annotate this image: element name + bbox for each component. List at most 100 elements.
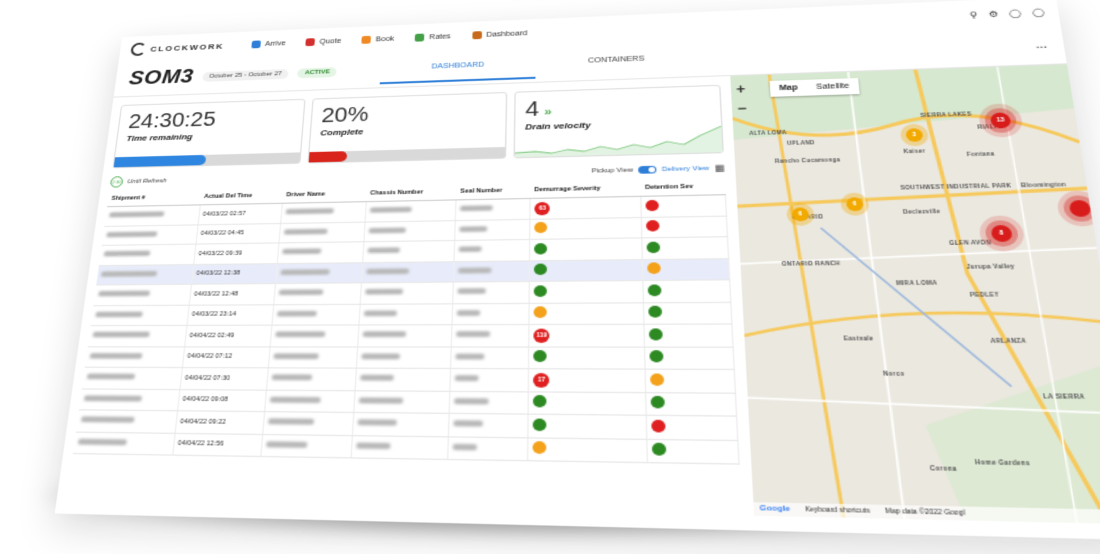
view-toggle[interactable]	[638, 165, 657, 174]
delivery-time: 04/03/22 12:48	[193, 290, 239, 298]
tab-dashboard[interactable]: DASHBOARD	[380, 49, 537, 85]
column-header[interactable]: Driver Name	[282, 186, 367, 204]
column-header[interactable]: Seal Number	[456, 182, 531, 200]
notification-icon[interactable]: ◯	[1008, 8, 1022, 18]
table-cell	[528, 391, 647, 416]
velocity-sparkline	[514, 124, 723, 158]
delivery-view-label: Delivery View	[661, 165, 710, 173]
table-cell	[450, 368, 529, 392]
nav-item-label: Rates	[429, 32, 451, 41]
demurrage-severity-indicator	[533, 350, 547, 363]
table-cell	[529, 259, 644, 282]
nav-item-book[interactable]: Book	[361, 35, 395, 44]
redacted-value	[364, 288, 403, 295]
column-header[interactable]: Chassis Number	[365, 184, 457, 202]
table-cell	[358, 303, 453, 325]
table-cell	[644, 301, 732, 325]
table-cell	[356, 346, 452, 369]
map-place-label: Norco	[882, 370, 905, 378]
table-row[interactable]: 04/03/22 23:14	[90, 301, 732, 326]
delivery-time: 04/04/22 07:12	[186, 353, 233, 361]
map-cluster-marker[interactable]: 6	[791, 207, 810, 222]
table-cell	[528, 346, 646, 370]
nav-item-label: Dashboard	[486, 29, 528, 39]
map-place-label: UPLAND	[786, 139, 815, 147]
table-cell: 04/04/22 09:08	[177, 389, 267, 412]
table-cell	[271, 303, 360, 326]
table-cell	[87, 325, 187, 347]
table-cell	[354, 368, 451, 391]
table-cell	[268, 346, 358, 369]
table-cell	[450, 346, 529, 369]
table-cell	[448, 413, 529, 438]
table-cell	[644, 324, 734, 347]
map-place-label: PEDLEY	[969, 291, 1000, 298]
redacted-value	[276, 310, 317, 317]
map-button[interactable]: Map	[770, 80, 808, 97]
table-cell	[269, 324, 359, 347]
keyboard-shortcuts-link[interactable]: Keyboard shortcuts	[805, 506, 870, 516]
nav-item-arrive[interactable]: Arrive	[251, 39, 286, 49]
redacted-value	[458, 246, 482, 253]
table-cell: 04/03/22 04:45	[195, 222, 281, 245]
table-cell	[452, 281, 530, 304]
tab-containers[interactable]: CONTAINERS	[536, 43, 699, 78]
redacted-value	[456, 331, 491, 338]
table-cell	[72, 431, 175, 456]
map-panel[interactable]: + − Map Satellite ALTA LOMA UPLAND Rancho …	[730, 64, 1100, 525]
table-cell	[359, 282, 454, 304]
table-cell	[361, 261, 455, 283]
table-cell: 119	[528, 324, 646, 347]
table-cell	[84, 346, 185, 368]
view-toggle-group: Pickup View Delivery View ▦	[591, 163, 725, 176]
satellite-button[interactable]: Satellite	[806, 78, 859, 96]
redacted-value	[77, 438, 128, 446]
redacted-value	[86, 373, 136, 380]
search-icon[interactable]: ⚲	[969, 10, 978, 20]
map-place-label: ALTA LOMA	[749, 129, 788, 137]
user-icon[interactable]: ◯	[1032, 7, 1046, 17]
nav-item-quote[interactable]: Quote	[305, 37, 342, 47]
column-header[interactable]: Actual Del Time	[199, 188, 284, 205]
map-place-label: ONTARIO RANCH	[781, 260, 841, 267]
column-header[interactable]: Detention Sev	[640, 178, 726, 197]
demurrage-severity-indicator: 119	[533, 328, 550, 343]
table-cell	[364, 199, 457, 222]
nav-item-label: Arrive	[264, 39, 286, 48]
page-title: SOM3	[127, 65, 195, 90]
map-place-label: LA SIERRA	[1042, 393, 1086, 401]
table-cell	[641, 215, 728, 238]
table-cell	[454, 218, 531, 241]
redacted-value	[103, 250, 151, 257]
more-options-icon[interactable]: ...	[1035, 39, 1048, 51]
map-place-label: Corona	[929, 465, 958, 473]
settings-icon[interactable]: ⚙	[988, 9, 999, 19]
table-cell	[357, 324, 453, 347]
detention-severity-indicator	[651, 419, 667, 433]
table-cell	[273, 282, 362, 305]
table-cell	[646, 415, 738, 440]
demurrage-severity-indicator	[532, 418, 547, 431]
redacted-value	[452, 443, 478, 451]
delivery-time: 04/04/22 07:30	[184, 374, 231, 382]
zoom-out-button[interactable]: −	[737, 99, 747, 118]
nav-item-dashboard[interactable]: Dashboard	[471, 29, 528, 40]
zoom-in-button[interactable]: +	[736, 80, 746, 99]
complete-card: 20% Complete	[307, 91, 508, 164]
logo[interactable]: CLOCKWORK	[130, 39, 230, 57]
table-cell	[454, 239, 530, 262]
table-cell: 04/04/22 07:12	[181, 346, 270, 368]
table-row[interactable]: 04/04/22 07:12	[84, 346, 735, 370]
grid-view-icon[interactable]: ▦	[714, 163, 724, 173]
drain-velocity-card: 4» Drain velocity	[513, 84, 724, 159]
refresh-timer-icon[interactable]: 2:30	[109, 176, 124, 188]
delivery-time: 04/04/22 09:08	[182, 396, 229, 404]
nav-menu: Arrive Quote Book Rates Dashboard	[251, 29, 528, 49]
demurrage-severity-indicator: 63	[534, 201, 550, 216]
demurrage-severity-indicator	[532, 441, 547, 455]
table-row[interactable]: 04/04/22 02:49 119	[87, 324, 734, 347]
nav-item-rates[interactable]: Rates	[415, 32, 451, 42]
time-progress-bar	[113, 152, 301, 168]
redacted-value	[363, 310, 397, 317]
table-cell: 04/03/22 12:48	[188, 283, 276, 305]
